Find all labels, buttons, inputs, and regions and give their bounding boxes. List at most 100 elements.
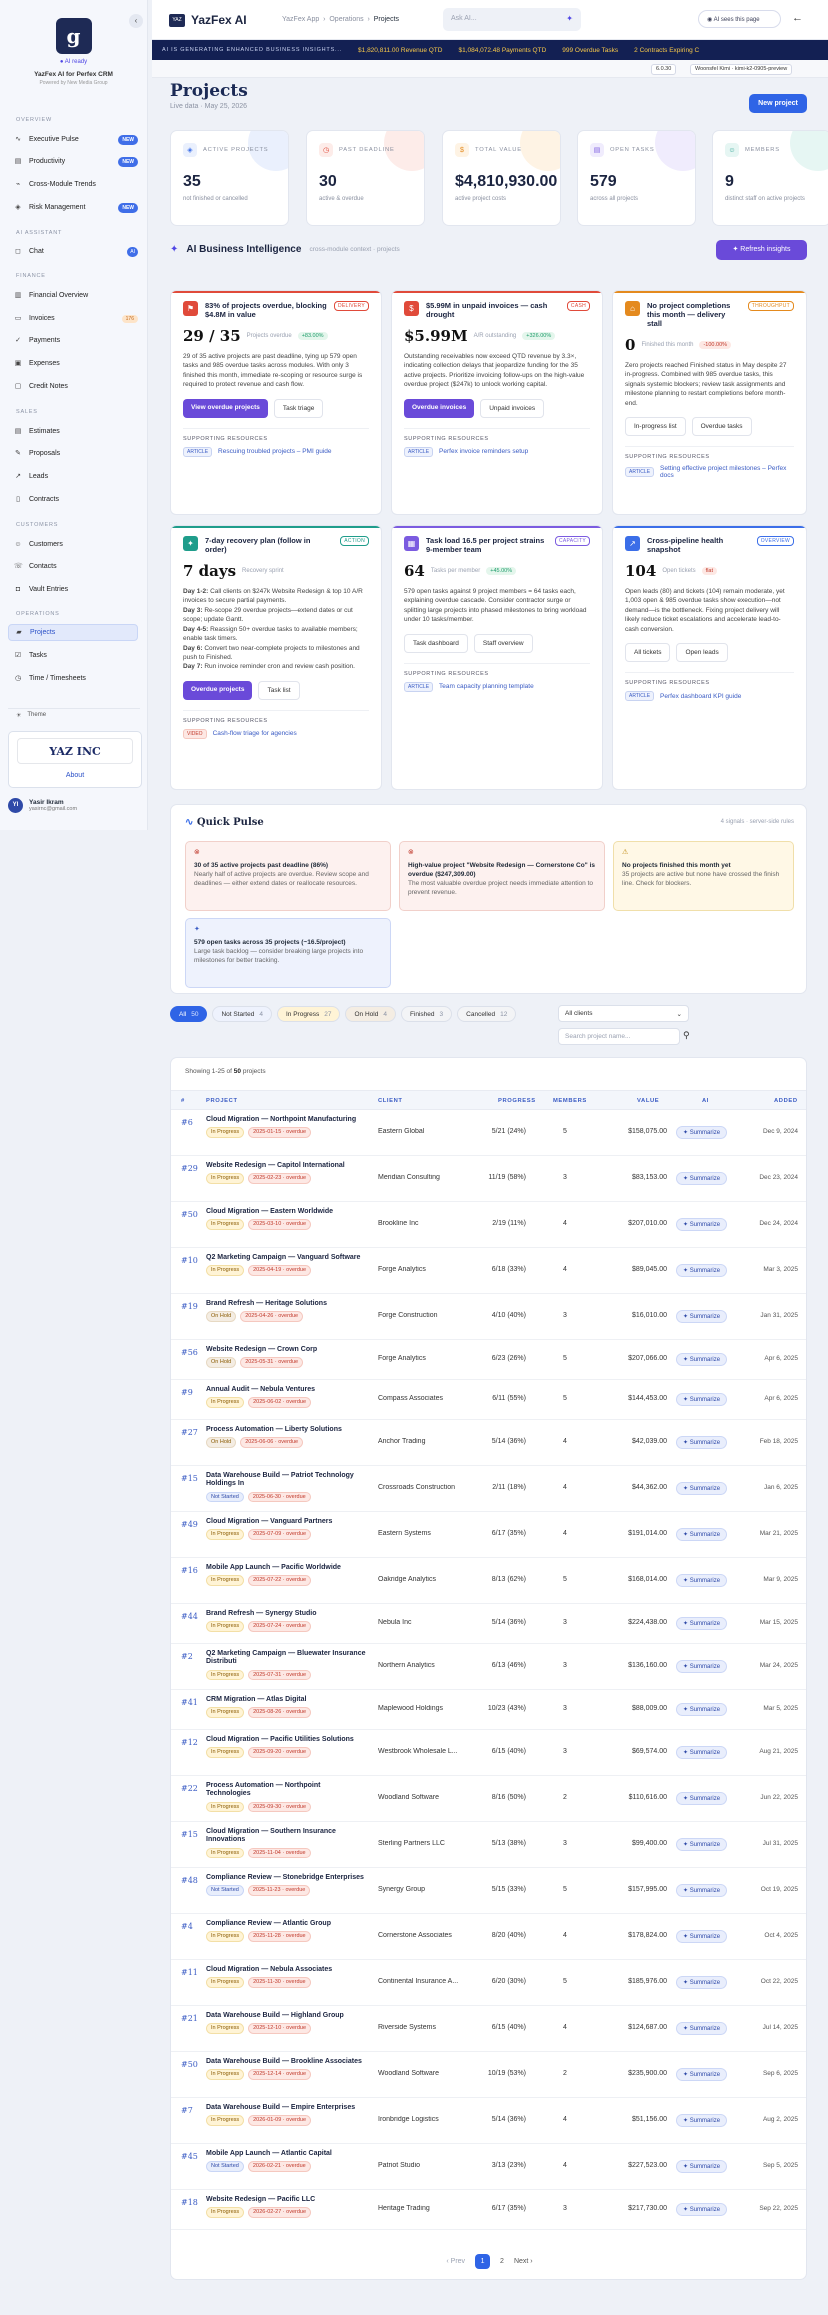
project-name[interactable]: Brand Refresh — Heritage Solutions On Hol…: [206, 1300, 366, 1322]
sidebar-item-payments[interactable]: ✓ Payments: [8, 332, 138, 349]
summarize-button[interactable]: ✦ Summarize: [676, 1218, 728, 1231]
table-row[interactable]: #19 Brand Refresh — Heritage Solutions On …: [171, 1294, 806, 1340]
col-id[interactable]: #: [181, 1098, 185, 1104]
project-id[interactable]: #9: [181, 1388, 193, 1397]
breadcrumb-operations[interactable]: Operations: [329, 16, 363, 23]
project-id[interactable]: #15: [181, 1830, 198, 1839]
project-title[interactable]: Annual Audit — Nebula Ventures: [206, 1386, 366, 1394]
sidebar-item-risk-management[interactable]: ◈ Risk Management NEW: [8, 199, 138, 216]
status-tab[interactable]: On Hold 4: [345, 1006, 396, 1022]
project-name[interactable]: Q2 Marketing Campaign — Bluewater Insura…: [206, 1650, 366, 1681]
client-name[interactable]: Meridian Consulting: [378, 1174, 473, 1181]
project-name[interactable]: Cloud Migration — Pacific Utilities Solu…: [206, 1736, 366, 1758]
page-2-button[interactable]: 2: [500, 2258, 504, 2265]
sidebar-item-expenses[interactable]: ▣ Expenses: [8, 355, 138, 372]
project-name[interactable]: Brand Refresh — Synergy Studio In Progres…: [206, 1610, 366, 1632]
sidebar-item-credit-notes[interactable]: ▢ Credit Notes: [8, 378, 138, 395]
sidebar-item-financial-overview[interactable]: ▥ Financial Overview: [8, 287, 138, 304]
project-id[interactable]: #12: [181, 1738, 198, 1747]
sidebar-item-executive-pulse[interactable]: ∿ Executive Pulse NEW: [8, 131, 138, 148]
new-project-button[interactable]: New project: [749, 94, 807, 113]
client-name[interactable]: Synergy Group: [378, 1886, 473, 1893]
summarize-button[interactable]: ✦ Summarize: [676, 1528, 728, 1541]
project-title[interactable]: Cloud Migration — Vanguard Partners: [206, 1518, 366, 1526]
table-row[interactable]: #21 Data Warehouse Build — Highland Group…: [171, 2006, 806, 2052]
client-name[interactable]: Brookline Inc: [378, 1220, 473, 1227]
card-secondary-button[interactable]: Task list: [258, 680, 300, 700]
project-id[interactable]: #44: [181, 1612, 198, 1621]
summarize-button[interactable]: ✦ Summarize: [676, 2114, 728, 2127]
project-title[interactable]: CRM Migration — Atlas Digital: [206, 1696, 366, 1704]
status-tab[interactable]: All 50: [170, 1006, 208, 1022]
project-title[interactable]: Cloud Migration — Eastern Worldwide: [206, 1208, 366, 1216]
project-name[interactable]: Compliance Review — Atlantic Group In Pro…: [206, 1920, 366, 1942]
project-title[interactable]: Process Automation — Northpoint Technolo…: [206, 1782, 366, 1799]
collapse-sidebar-button[interactable]: ‹: [129, 14, 143, 28]
ai-sees-page-button[interactable]: ◉ AI sees this page: [698, 10, 781, 28]
table-row[interactable]: #4 Compliance Review — Atlantic Group In P…: [171, 1914, 806, 1960]
resource-link[interactable]: VIDEO Cash-flow triage for agencies: [183, 728, 369, 739]
summarize-button[interactable]: ✦ Summarize: [676, 1838, 728, 1851]
project-title[interactable]: Data Warehouse Build — Empire Enterprise…: [206, 2104, 366, 2112]
client-name[interactable]: Oakridge Analytics: [378, 1576, 473, 1583]
status-tab[interactable]: Finished 3: [400, 1006, 453, 1022]
summarize-button[interactable]: ✦ Summarize: [676, 1310, 728, 1323]
project-title[interactable]: Cloud Migration — Nebula Associates: [206, 1966, 366, 1974]
client-name[interactable]: Compass Associates: [378, 1395, 473, 1402]
summarize-button[interactable]: ✦ Summarize: [676, 1482, 728, 1495]
user-profile[interactable]: YI Yasir Ikram yasirnc@gmail.com: [8, 798, 142, 813]
table-row[interactable]: #27 Process Automation — Liberty Solution…: [171, 1420, 806, 1466]
project-id[interactable]: #15: [181, 1474, 198, 1483]
summarize-button[interactable]: ✦ Summarize: [676, 2022, 728, 2035]
status-tab[interactable]: Not Started 4: [212, 1006, 272, 1022]
table-row[interactable]: #45 Mobile App Launch — Atlantic Capital N…: [171, 2144, 806, 2190]
table-row[interactable]: #48 Compliance Review — Stonebridge Enter…: [171, 1868, 806, 1914]
project-id[interactable]: #7: [181, 2106, 193, 2115]
project-name[interactable]: Mobile App Launch — Atlantic Capital Not …: [206, 2150, 366, 2172]
table-row[interactable]: #50 Cloud Migration — Eastern Worldwide In…: [171, 1202, 806, 1248]
ask-ai-input[interactable]: Ask AI... ✦: [443, 8, 581, 31]
resource-link[interactable]: ARTICLE Perfex invoice reminders setup: [404, 446, 590, 457]
project-name[interactable]: Compliance Review — Stonebridge Enterpri…: [206, 1874, 366, 1896]
sidebar-item-projects[interactable]: ▰ Projects: [8, 624, 138, 641]
project-id[interactable]: #18: [181, 2198, 198, 2207]
table-row[interactable]: #15 Data Warehouse Build — Patriot Techno…: [171, 1466, 806, 1512]
client-name[interactable]: Woodland Software: [378, 2070, 473, 2077]
col-added[interactable]: ADDED: [774, 1098, 798, 1104]
project-id[interactable]: #6: [181, 1118, 193, 1127]
sidebar-item-customers[interactable]: ☺ Customers: [8, 536, 138, 553]
sidebar-item-invoices[interactable]: ▭ Invoices 176: [8, 310, 138, 327]
summarize-button[interactable]: ✦ Summarize: [676, 1884, 728, 1897]
card-secondary-button[interactable]: Unpaid invoices: [480, 398, 545, 418]
table-row[interactable]: #9 Annual Audit — Nebula Ventures In Progr…: [171, 1380, 806, 1420]
sidebar-item-estimates[interactable]: ▤ Estimates: [8, 423, 138, 440]
client-name[interactable]: Patriot Studio: [378, 2162, 473, 2169]
sidebar-item-cross-module-trends[interactable]: ⌁ Cross-Module Trends: [8, 176, 138, 193]
col-value[interactable]: VALUE: [637, 1098, 659, 1104]
sidebar-item-tasks[interactable]: ☑ Tasks: [8, 647, 138, 664]
card-primary-button[interactable]: In-progress list: [625, 417, 686, 437]
resource-link[interactable]: ARTICLE Team capacity planning template: [404, 681, 590, 692]
project-id[interactable]: #29: [181, 1164, 198, 1173]
client-name[interactable]: Forge Analytics: [378, 1266, 473, 1273]
project-id[interactable]: #45: [181, 2152, 198, 2161]
back-arrow-icon[interactable]: ←: [792, 12, 803, 24]
project-name[interactable]: Cloud Migration — Vanguard Partners In Pr…: [206, 1518, 366, 1540]
project-title[interactable]: Cloud Migration — Southern Insurance Inn…: [206, 1828, 366, 1845]
project-name[interactable]: Cloud Migration — Eastern Worldwide In Pr…: [206, 1208, 366, 1230]
summarize-button[interactable]: ✦ Summarize: [676, 1126, 728, 1139]
project-id[interactable]: #50: [181, 2060, 198, 2069]
client-name[interactable]: Riverside Systems: [378, 2024, 473, 2031]
project-id[interactable]: #2: [181, 1652, 193, 1661]
project-title[interactable]: Data Warehouse Build — Patriot Technolog…: [206, 1472, 366, 1489]
brand[interactable]: YAZ INC YazFex AI: [169, 13, 247, 36]
project-title[interactable]: Cloud Migration — Northpoint Manufacturi…: [206, 1116, 366, 1124]
search-icon[interactable]: ⚲: [683, 1030, 690, 1041]
project-name[interactable]: Cloud Migration — Southern Insurance Inn…: [206, 1828, 366, 1859]
table-row[interactable]: #41 CRM Migration — Atlas Digital In Progr…: [171, 1690, 806, 1730]
project-title[interactable]: Brand Refresh — Heritage Solutions: [206, 1300, 366, 1308]
project-name[interactable]: Data Warehouse Build — Highland Group In …: [206, 2012, 366, 2034]
col-progress[interactable]: PROGRESS: [498, 1098, 536, 1104]
client-name[interactable]: Heritage Trading: [378, 2205, 473, 2212]
sidebar-item-proposals[interactable]: ✎ Proposals: [8, 445, 138, 462]
